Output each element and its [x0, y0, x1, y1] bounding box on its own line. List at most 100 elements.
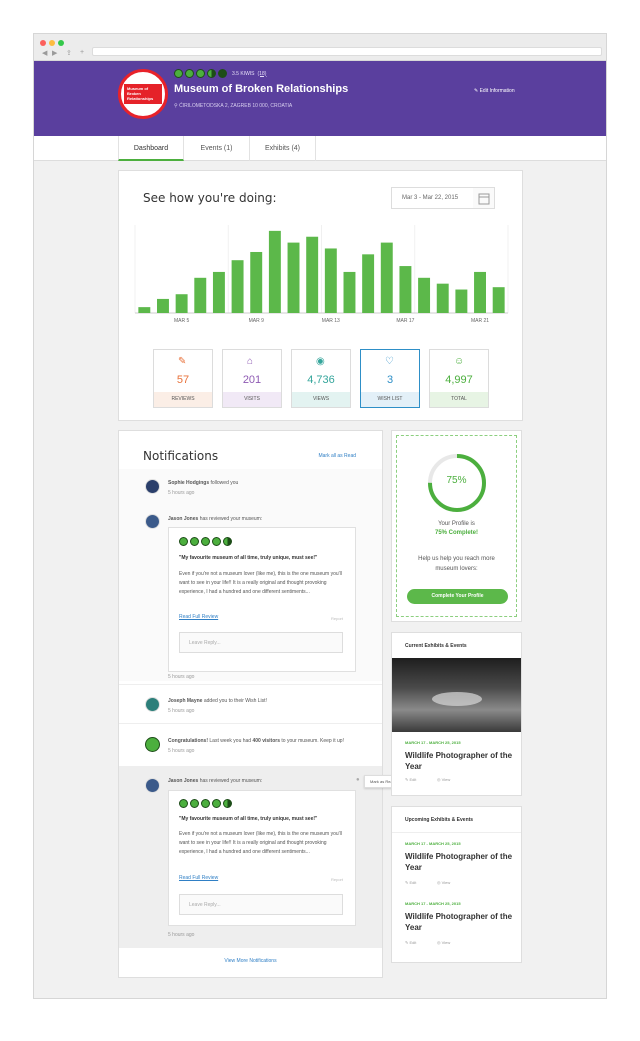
user-name[interactable]: Sophie Hodgings [168, 480, 209, 486]
chart-tick-label: MAR 17 [396, 318, 414, 324]
complete-profile-button[interactable]: Complete Your Profile [407, 589, 508, 604]
chart-bar[interactable] [474, 271, 486, 313]
event-edit[interactable]: ✎ Edit [405, 777, 416, 782]
address-bar[interactable] [92, 47, 602, 56]
chart-bar[interactable] [324, 248, 337, 313]
event-title[interactable]: Wildlife Photographer of the Year [405, 911, 515, 933]
back-icon[interactable]: ◀ [42, 49, 47, 57]
museum-title: Museum of Broken Relationships [174, 83, 349, 95]
event-edit[interactable]: ✎ Edit [405, 880, 416, 885]
event-date: MARCH 17 - MARCH 25, 2015 [405, 901, 461, 906]
review-count-link[interactable]: (18) [258, 71, 267, 77]
stat-value: 57 [176, 374, 190, 386]
chart-bar[interactable] [175, 294, 188, 313]
chart-bar[interactable] [306, 236, 319, 313]
chart-bar[interactable] [250, 251, 263, 313]
chart-tick-label: MAR 5 [174, 318, 190, 324]
maximize-dot[interactable] [58, 40, 64, 46]
profile-card: 75% Your Profile is 75% Complete! Help u… [391, 430, 522, 622]
reply-input[interactable]: Leave Reply... [179, 894, 343, 915]
browser-window: ◀ ▶ ⇪ + Museum of Broken Relationships 3… [33, 33, 607, 999]
chart-bar[interactable] [492, 287, 505, 313]
chart-bar[interactable] [231, 260, 244, 313]
new-tab-icon[interactable]: + [80, 49, 84, 56]
read-full-review-link[interactable]: Read Full Review [179, 614, 218, 620]
review-rating [179, 537, 232, 546]
event-view[interactable]: ◎ View [437, 880, 450, 885]
user-name[interactable]: Jason Jones [168, 778, 198, 784]
chart-tick-label: MAR 13 [322, 318, 340, 324]
avatar [145, 514, 160, 529]
notification-text: Congratulations! Last week you had 400 v… [168, 738, 344, 744]
notification-text: Jason Jones has reviewed your museum: [168, 778, 262, 784]
tab-events[interactable]: Events (1) [184, 136, 250, 161]
reply-input[interactable]: Leave Reply... [179, 632, 343, 653]
event-edit[interactable]: ✎ Edit [405, 940, 416, 945]
stat-tile-views[interactable]: ◉ 4,736 VIEWS [291, 349, 351, 408]
event-title[interactable]: Wildlife Photographer of the Year [405, 750, 515, 772]
edit-pencil-icon: ✎ [474, 88, 479, 94]
tab-exhibits[interactable]: Exhibits (4) [250, 136, 316, 161]
chart-bar[interactable] [343, 271, 356, 313]
kiwi-icon [185, 69, 194, 78]
calendar-button[interactable] [473, 187, 495, 209]
share-icon[interactable]: ⇪ [66, 49, 72, 57]
notification-item-hover[interactable]: Jason Jones has reviewed your museum: ● … [119, 766, 382, 948]
museum-header: Museum of Broken Relationships 3.5 KIWIS… [34, 61, 606, 136]
review-rating [179, 799, 232, 808]
report-link[interactable]: Report [331, 616, 343, 621]
event-view[interactable]: ◎ View [437, 940, 450, 945]
visits-bar-chart: MAR 5 MAR 9 MAR 13 MAR 17 MAR 21 [134, 225, 509, 324]
chart-bar[interactable] [380, 242, 393, 313]
view-more-link[interactable]: View More Notifications [119, 958, 382, 964]
stat-tile-wish-list[interactable]: ♡ 3 WISH LIST [360, 349, 420, 408]
chart-bar[interactable] [455, 289, 468, 313]
congrats-strong: Congratulations! [168, 738, 208, 744]
review-body: Even if you're not a museum lover (like … [179, 571, 342, 595]
chart-bar[interactable] [362, 254, 375, 313]
mark-read-icon[interactable]: ● [356, 777, 360, 783]
user-name[interactable]: Jason Jones [168, 516, 198, 522]
read-full-review-link[interactable]: Read Full Review [179, 875, 218, 881]
tab-bar: Dashboard Events (1) Exhibits (4) [34, 136, 606, 161]
report-link[interactable]: Report [331, 877, 343, 882]
mark-all-read-link[interactable]: Mark all as Read [318, 453, 356, 459]
notification-time: 5 hours ago [168, 748, 195, 754]
forward-icon[interactable]: ▶ [52, 49, 57, 57]
close-dot[interactable] [40, 40, 46, 46]
kiwi-icon [201, 799, 210, 808]
kiwi-avatar-icon [145, 737, 160, 752]
profile-line1: Your Profile is [438, 521, 475, 527]
stat-label: WISH LIST [361, 392, 419, 407]
stat-tile-total[interactable]: ☺ 4,997 TOTAL [429, 349, 489, 408]
divider [119, 684, 382, 685]
chart-bar[interactable] [138, 307, 151, 313]
chart-bar[interactable] [418, 277, 431, 313]
stat-tile-visits[interactable]: ⌂ 201 VISITS [222, 349, 282, 408]
chart-bar[interactable] [268, 230, 281, 313]
event-title[interactable]: Wildlife Photographer of the Year [405, 851, 515, 873]
pencil-icon: ✎ [405, 777, 409, 782]
user-name[interactable]: Joseph Mayne [168, 698, 202, 704]
minimize-dot[interactable] [49, 40, 55, 46]
eye-icon: ◎ [437, 880, 441, 885]
kiwi-half-icon [223, 799, 232, 808]
museum-address: ⚲ ĆIRILOMETODSKA 2, ZAGREB 10 000, CROAT… [174, 103, 292, 109]
chart-bar[interactable] [399, 266, 412, 313]
action-text: has reviewed your museum: [199, 516, 263, 522]
exhibit-photo[interactable] [392, 658, 521, 732]
edit-information-button[interactable]: ✎ Edit Information [474, 88, 515, 94]
stats-card: See how you're doing: Mar 3 - Mar 22, 20… [118, 170, 523, 421]
chart-bar[interactable] [157, 298, 169, 313]
chart-bar[interactable] [436, 283, 449, 313]
event-view[interactable]: ◎ View [437, 777, 450, 782]
photo-elephants [432, 692, 482, 706]
chart-bar[interactable] [212, 271, 225, 313]
kiwi-icon [212, 537, 221, 546]
chart-bar[interactable] [287, 242, 300, 313]
tab-dashboard[interactable]: Dashboard [118, 136, 184, 161]
chart-bar[interactable] [194, 277, 207, 313]
avatar [145, 697, 160, 712]
stat-value: 4,997 [445, 374, 473, 386]
stat-tile-reviews[interactable]: ✎ 57 REVIEWS [153, 349, 213, 408]
